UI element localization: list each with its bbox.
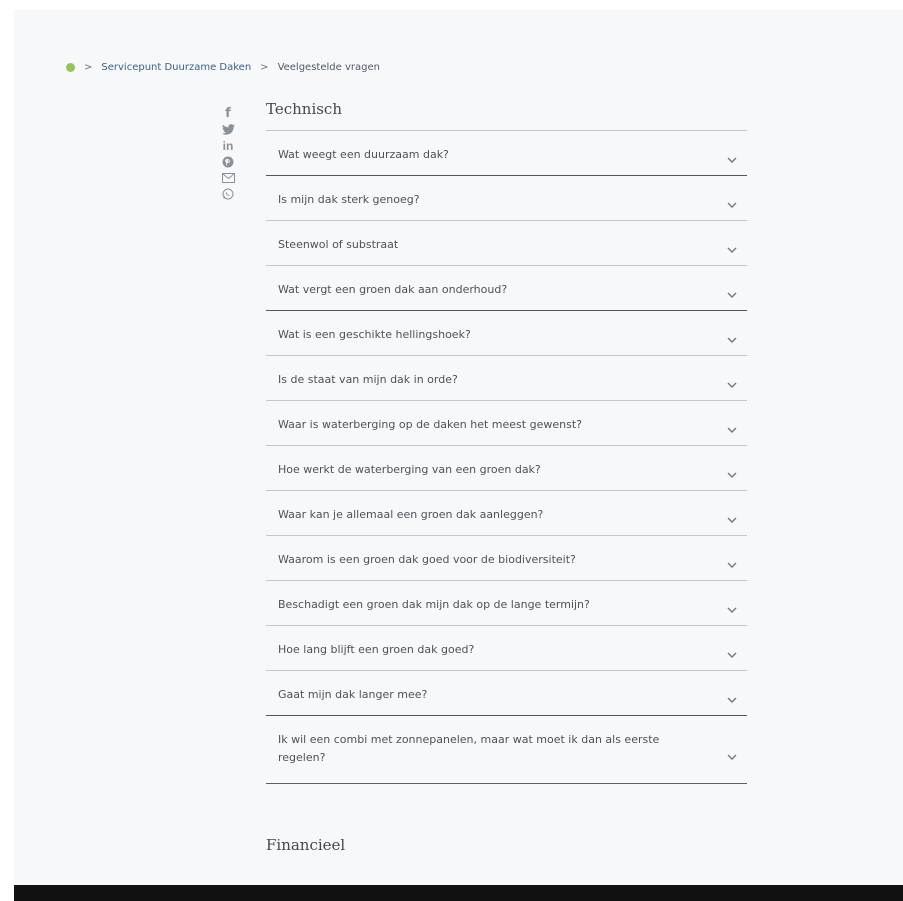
chevron-right-icon: > <box>84 61 93 73</box>
chevron-down-icon[interactable] <box>727 238 737 257</box>
section-title-technisch: Technisch <box>266 100 342 118</box>
faq-question: Gaat mijn dak langer mee? <box>278 688 428 701</box>
faq-item[interactable]: Wat is een geschikte hellingshoek? <box>266 310 747 355</box>
faq-item[interactable]: Waar is waterberging op de daken het mee… <box>266 400 747 445</box>
chevron-down-icon[interactable] <box>727 598 737 617</box>
faq-question: Hoe lang blijft een groen dak goed? <box>278 643 475 656</box>
faq-question: Wat is een geschikte hellingshoek? <box>278 328 471 341</box>
section-title-financieel: Financieel <box>266 836 346 854</box>
linkedin-icon[interactable]: in <box>223 138 234 153</box>
whatsapp-icon[interactable] <box>222 186 234 201</box>
faq-item[interactable]: Is mijn dak sterk genoeg? <box>266 175 747 220</box>
home-icon[interactable] <box>66 62 75 72</box>
facebook-icon[interactable]: f <box>225 106 231 121</box>
chevron-down-icon[interactable] <box>727 193 737 212</box>
faq-item[interactable]: Hoe lang blijft een groen dak goed? <box>266 625 747 670</box>
faq-item[interactable]: Ik wil een combi met zonnepanelen, maar … <box>266 715 747 783</box>
faq-accordion: Wat weegt een duurzaam dak? Is mijn dak … <box>266 130 747 784</box>
faq-item[interactable]: Wat vergt een groen dak aan onderhoud? <box>266 265 747 310</box>
faq-item[interactable]: Is de staat van mijn dak in orde? <box>266 355 747 400</box>
faq-question: Waar is waterberging op de daken het mee… <box>278 418 582 431</box>
faq-question: Wat weegt een duurzaam dak? <box>278 148 449 161</box>
share-bar: f in <box>220 106 236 202</box>
chevron-down-icon[interactable] <box>727 643 737 662</box>
faq-item[interactable]: Hoe werkt de waterberging van een groen … <box>266 445 747 490</box>
faq-question: Beschadigt een groen dak mijn dak op de … <box>278 598 590 611</box>
twitter-icon[interactable] <box>221 122 235 137</box>
faq-question: Waar kan je allemaal een groen dak aanle… <box>278 508 544 521</box>
breadcrumb: > Servicepunt Duurzame Daken > Veelgeste… <box>66 60 380 74</box>
breadcrumb-link-servicepunt[interactable]: Servicepunt Duurzame Daken <box>101 62 251 73</box>
faq-question: Is mijn dak sterk genoeg? <box>278 193 420 206</box>
faq-question: Wat vergt een groen dak aan onderhoud? <box>278 283 508 296</box>
chevron-down-icon[interactable] <box>727 508 737 527</box>
faq-question: Is de staat van mijn dak in orde? <box>278 373 458 386</box>
faq-item[interactable]: Steenwol of substraat <box>266 220 747 265</box>
chevron-down-icon[interactable] <box>727 463 737 482</box>
faq-item[interactable]: Waar kan je allemaal een groen dak aanle… <box>266 490 747 535</box>
mail-icon[interactable] <box>221 170 235 185</box>
faq-item[interactable]: Beschadigt een groen dak mijn dak op de … <box>266 580 747 625</box>
pinterest-icon[interactable] <box>222 154 234 169</box>
breadcrumb-current: Veelgestelde vragen <box>277 61 380 73</box>
faq-item[interactable]: Gaat mijn dak langer mee? <box>266 670 747 715</box>
chevron-down-icon[interactable] <box>727 745 737 764</box>
chevron-down-icon[interactable] <box>727 328 737 347</box>
chevron-down-icon[interactable] <box>727 283 737 302</box>
faq-question: Waarom is een groen dak goed voor de bio… <box>278 553 576 566</box>
faq-item[interactable]: Wat weegt een duurzaam dak? <box>266 130 747 175</box>
faq-question: Hoe werkt de waterberging van een groen … <box>278 463 541 476</box>
chevron-down-icon[interactable] <box>727 148 737 167</box>
faq-question: Ik wil een combi met zonnepanelen, maar … <box>278 733 660 764</box>
chevron-down-icon[interactable] <box>727 553 737 572</box>
chevron-right-icon: > <box>260 61 269 73</box>
bottom-bar <box>14 885 903 901</box>
chevron-down-icon[interactable] <box>727 418 737 437</box>
faq-question: Steenwol of substraat <box>278 238 399 251</box>
chevron-down-icon[interactable] <box>727 688 737 707</box>
chevron-down-icon[interactable] <box>727 373 737 392</box>
faq-item[interactable]: Waarom is een groen dak goed voor de bio… <box>266 535 747 580</box>
